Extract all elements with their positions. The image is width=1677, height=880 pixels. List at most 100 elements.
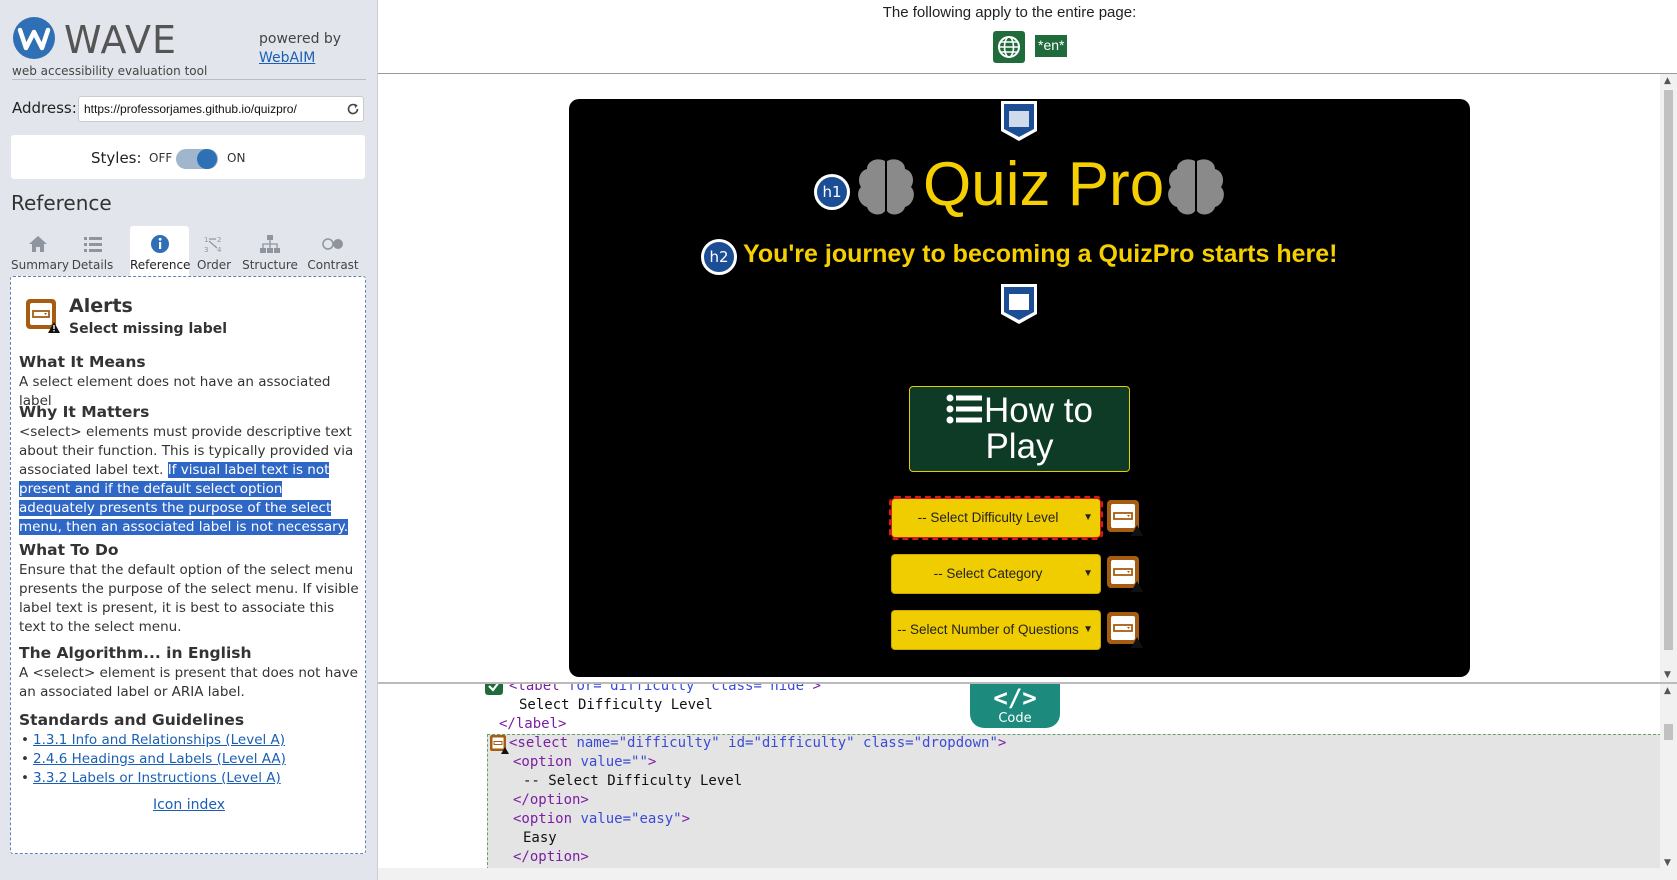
list-icon [83,237,102,252]
how-to-play-button[interactable]: How to Play [909,386,1130,472]
code-token: value="easy" [580,811,682,827]
quiz-card: h1 Quiz Pro h2 You're journey to becomin… [569,99,1470,677]
why-it-matters-text: <select> elements must provide descripti… [19,423,359,537]
tab-reference[interactable]: Reference [130,226,191,276]
code-token: name="difficulty" id="difficulty" class=… [576,735,998,751]
preview-scrollbar[interactable]: ▲ ▼ [1660,74,1677,682]
scrollbar-thumb[interactable] [1664,90,1673,650]
number-of-questions-select-value: -- Select Number of Questions [897,622,1079,637]
code-tab-label: Code [998,711,1032,726]
why-it-matters-heading: Why It Matters [19,403,150,421]
code-line: </label> [499,716,567,732]
select-missing-label-alert-icon[interactable] [1106,555,1144,593]
standard-link-1-3-1[interactable]: 1.3.1 Info and Relationships (Level A) [33,732,285,748]
svg-text:2: 2 [217,236,221,244]
algorithm-heading: The Algorithm... in English [19,644,252,662]
code-horizontal-scrollbar[interactable] [378,868,1677,880]
what-to-do-heading: What To Do [19,541,119,559]
label-feature-icon[interactable] [484,682,504,696]
icon-index-link[interactable]: Icon index [11,797,367,813]
h2-heading-badge: h2 [701,239,737,275]
chevron-down-icon: ▼ [1083,512,1093,523]
language-badge[interactable]: *en* [1035,35,1068,57]
code-token: > [647,754,657,770]
wave-logo-icon [13,17,55,59]
code-line: <option value="easy"> [513,810,690,829]
quiz-subtitle: You're journey to becoming a QuizPro sta… [743,240,1338,268]
code-scrollbar[interactable]: ▲ ▼ [1660,684,1677,870]
code-token: > [681,811,691,827]
category-select-value: -- Select Category [933,566,1043,581]
chevron-down-icon: ▼ [1083,624,1093,635]
what-it-means-heading: What It Means [19,353,146,371]
alert-category-heading: Alerts [69,295,133,317]
tab-label: Reference [130,258,191,272]
code-token: for="difficulty" class="hide" [568,682,813,694]
main-region-icon [1001,284,1037,324]
reference-panel: Alerts Select missing label What It Mean… [10,276,366,854]
tab-structure[interactable]: Structure [239,226,301,276]
wave-logo-text: WAVE [64,18,178,62]
code-token: <option [513,811,581,827]
select-missing-label-alert-icon[interactable] [489,734,509,754]
code-line: -- Select Difficulty Level [523,773,743,789]
scroll-up-arrow-icon[interactable]: ▲ [1664,76,1671,86]
difficulty-select-value: -- Select Difficulty Level [917,510,1059,525]
alert-item-title: Select missing label [69,321,228,337]
chevron-down-icon: ▼ [1083,568,1093,579]
category-select[interactable]: -- Select Category ▼ [891,554,1101,594]
standard-link-3-3-2[interactable]: 3.3.2 Labels or Instructions (Level A) [33,770,281,786]
code-line: <option value=""> [513,753,656,772]
scroll-down-arrow-icon[interactable]: ▼ [1664,858,1671,868]
selected-code-block [487,734,1661,870]
code-token: <option [513,754,581,770]
styles-on-label: ON [227,151,246,165]
powered-by-text: powered by [259,31,342,47]
number-of-questions-select[interactable]: -- Select Number of Questions ▼ [891,610,1101,650]
wave-tagline: web accessibility evaluation tool [12,64,208,78]
header-region-icon [1001,101,1037,141]
styles-off-label: OFF [149,151,173,165]
select-missing-label-alert-icon[interactable] [1106,499,1144,537]
wave-sidebar: WAVE web accessibility evaluation tool p… [0,0,378,880]
tab-label: Details [71,258,114,272]
tab-order[interactable]: 1 2 3 4 Order [189,226,239,276]
styles-toggle-box: Styles: OFF ON [11,135,365,179]
scroll-up-arrow-icon[interactable]: ▲ [1664,686,1671,696]
code-token: > [997,735,1007,751]
info-icon [150,235,169,253]
styles-toggle[interactable] [176,149,218,169]
code-view: <label for="difficulty" class="hide"> Se… [484,682,1661,870]
language-globe-icon[interactable] [993,31,1025,63]
tab-summary[interactable]: Summary [11,226,69,276]
code-token: <select [509,735,577,751]
what-to-do-text: Ensure that the default option of the se… [19,562,359,635]
difficulty-select[interactable]: -- Select Difficulty Level ▼ [889,496,1103,540]
tab-label: Structure [242,258,298,272]
tab-label: Order [196,258,232,272]
section-title: Reference [11,191,112,215]
order-icon: 1 2 3 4 [204,236,222,254]
quiz-title: Quiz Pro [923,150,1165,219]
webaim-link[interactable]: WebAIM [259,49,341,68]
tab-contrast[interactable]: Contrast [301,226,365,276]
list-item: 1.3.1 Info and Relationships (Level A) [19,731,359,750]
select-missing-label-alert-icon [26,299,60,333]
powered-by: powered by WebAIM [259,30,341,68]
code-toggle-tab[interactable]: </> Code [970,684,1060,728]
reload-icon[interactable] [346,102,360,116]
list-icon [946,394,983,424]
svg-text:1: 1 [204,236,208,244]
code-line: <label for="difficulty" class="hide"> [509,682,821,696]
code-line: <select name="difficulty" id="difficulty… [509,734,1006,753]
scroll-down-arrow-icon[interactable]: ▼ [1664,670,1671,680]
structure-icon [260,235,280,253]
tab-details[interactable]: Details [65,226,120,276]
select-missing-label-alert-icon[interactable] [1106,611,1144,649]
standard-link-2-4-6[interactable]: 2.4.6 Headings and Labels (Level AA) [33,751,286,767]
page-preview: h1 Quiz Pro h2 You're journey to becomin… [378,74,1677,682]
scrollbar-thumb[interactable] [1664,724,1673,740]
address-input[interactable]: https://professorjames.github.io/quizpro… [78,96,364,122]
svg-text:4: 4 [217,246,222,254]
styles-label: Styles: [91,149,142,167]
